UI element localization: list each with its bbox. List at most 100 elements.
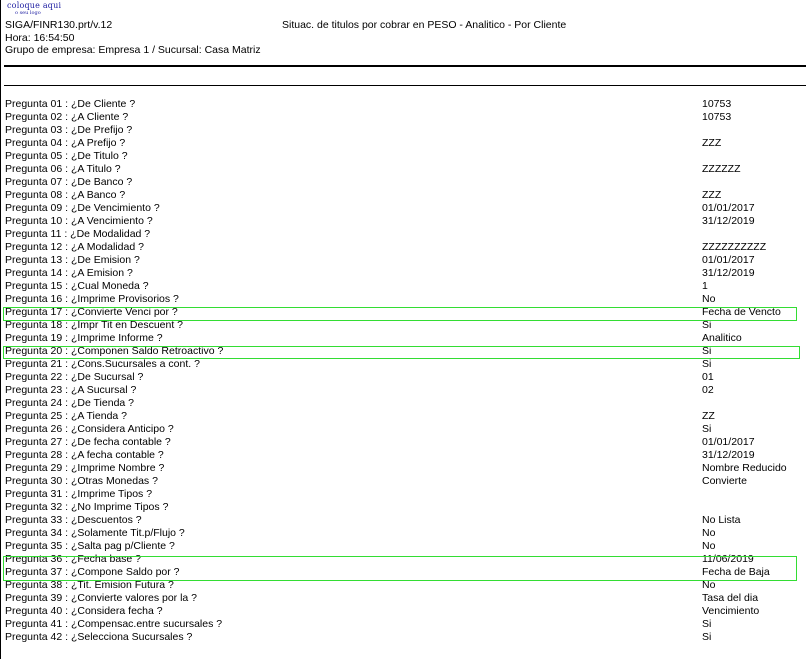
logo-line-2: o seu logo [15,10,41,16]
parameter-row: Pregunta 08 : ¿A Banco ? ZZZ [0,189,809,202]
parameter-question: Pregunta 28 : ¿A fecha contable ? [5,449,164,461]
parameter-row: Pregunta 32 : ¿No Imprime Tipos ? [0,501,809,514]
parameter-value: ZZZZZZZZZZ [702,241,767,253]
parameter-row: Pregunta 27 : ¿De fecha contable ? 01/01/… [0,436,809,449]
parameter-value: Convierte [702,475,747,487]
parameter-row: Pregunta 22 : ¿De Sucursal ? 01 [0,371,809,384]
parameter-question: Pregunta 22 : ¿De Sucursal ? [5,371,144,383]
parameter-row: Pregunta 28 : ¿A fecha contable ? 31/12/2… [0,449,809,462]
parameter-row: Pregunta 12 : ¿A Modalidad ? ZZZZZZZZZZ [0,241,809,254]
parameter-row: Pregunta 10 : ¿A Vencimiento ? 31/12/2019 [0,215,809,228]
parameter-value: 10753 [702,111,732,123]
parameter-row: Pregunta 01 : ¿De Cliente ? 10753 [0,98,809,111]
parameter-question: Pregunta 39 : ¿Convierte valores por la … [5,592,198,604]
parameter-question: Pregunta 42 : ¿Selecciona Sucursales ? [5,631,193,643]
parameter-row: Pregunta 11 : ¿De Modalidad ? [0,228,809,241]
parameter-question: Pregunta 30 : ¿Otras Monedas ? [5,475,158,487]
highlight-box-q20 [3,346,800,359]
parameter-value: 02 [702,384,714,396]
parameter-question: Pregunta 08 : ¿A Banco ? [5,189,126,201]
parameter-question: Pregunta 07 : ¿De Banco ? [5,176,133,188]
parameter-row: Pregunta 30 : ¿Otras Monedas ? Convierte [0,475,809,488]
parameter-value: No Lista [702,514,741,526]
parameter-value: No [702,527,716,539]
parameter-question: Pregunta 32 : ¿No Imprime Tipos ? [5,501,169,513]
parameter-question: Pregunta 01 : ¿De Cliente ? [5,98,136,110]
parameter-row: Pregunta 13 : ¿De Emision ? 01/01/2017 [0,254,809,267]
parameter-question: Pregunta 14 : ¿A Emision ? [5,267,133,279]
company-group: Grupo de empresa: Empresa 1 / Sucursal: … [5,44,261,56]
parameter-row: Pregunta 15 : ¿Cual Moneda ? 1 [0,280,809,293]
parameter-value: 31/12/2019 [702,215,755,227]
parameter-question: Pregunta 41 : ¿Compensac.entre sucursale… [5,618,223,630]
parameter-value: Si [702,358,712,370]
parameter-question: Pregunta 34 : ¿Solamente Tit.p/Flujo ? [5,527,185,539]
parameter-row: Pregunta 24 : ¿De Tienda ? [0,397,809,410]
parameter-question: Pregunta 06 : ¿A Titulo ? [5,163,121,175]
parameter-value: Si [702,631,712,643]
parameter-row: Pregunta 04 : ¿A Prefijo ? ZZZ [0,137,809,150]
parameter-row: Pregunta 34 : ¿Solamente Tit.p/Flujo ? No [0,527,809,540]
parameter-row: Pregunta 40 : ¿Considera fecha ? Vencimie… [0,605,809,618]
header-divider-thick [4,65,806,67]
parameter-row: Pregunta 41 : ¿Compensac.entre sucursale… [0,618,809,631]
parameter-row: Pregunta 06 : ¿A Titulo ? ZZZZZZ [0,163,809,176]
parameter-value: 31/12/2019 [702,449,755,461]
parameter-question: Pregunta 13 : ¿De Emision ? [5,254,140,266]
parameter-value: Analitico [702,332,742,344]
parameter-value: ZZZ [702,189,722,201]
parameter-row: Pregunta 14 : ¿A Emision ? 31/12/2019 [0,267,809,280]
parameter-value: 1 [702,280,708,292]
logo-line-1: coloque aqui [7,1,62,10]
parameter-question: Pregunta 21 : ¿Cons.Sucursales a cont. ? [5,358,200,370]
parameter-value: No [702,540,716,552]
parameter-question: Pregunta 16 : ¿Imprime Provisorios ? [5,293,179,305]
header-divider-thin [4,85,806,86]
parameter-value: 31/12/2019 [702,267,755,279]
parameter-question: Pregunta 15 : ¿Cual Moneda ? [5,280,149,292]
parameter-row: Pregunta 07 : ¿De Banco ? [0,176,809,189]
parameter-value: 01/01/2017 [702,436,755,448]
parameter-question: Pregunta 12 : ¿A Modalidad ? [5,241,144,253]
parameter-question: Pregunta 10 : ¿A Vencimiento ? [5,215,153,227]
parameter-question: Pregunta 05 : ¿De Titulo ? [5,150,128,162]
parameter-row: Pregunta 42 : ¿Selecciona Sucursales ? Si [0,631,809,644]
parameter-row: Pregunta 03 : ¿De Prefijo ? [0,124,809,137]
parameter-value: 01/01/2017 [702,202,755,214]
parameter-question: Pregunta 02 : ¿A Cliente ? [5,111,129,123]
parameter-value: Tasa del dia [702,592,759,604]
parameter-question: Pregunta 03 : ¿De Prefijo ? [5,124,133,136]
parameter-value: Nombre Reducido [702,462,787,474]
parameter-question: Pregunta 24 : ¿De Tienda ? [5,397,134,409]
parameter-row: Pregunta 09 : ¿De Vencimiento ? 01/01/201… [0,202,809,215]
parameter-value: 10753 [702,98,732,110]
parameter-value: ZZZZZZ [702,163,741,175]
parameter-value: Si [702,618,712,630]
parameter-value: Vencimiento [702,605,760,617]
parameter-question: Pregunta 19 : ¿Imprime Informe ? [5,332,163,344]
parameter-question: Pregunta 26 : ¿Considera Anticipo ? [5,423,174,435]
highlight-box-q36-q37 [3,556,797,581]
parameter-question: Pregunta 27 : ¿De fecha contable ? [5,436,171,448]
program-version: SIGA/FINR130.prt/v.12 [5,19,113,31]
parameter-question: Pregunta 25 : ¿A Tienda ? [5,410,128,422]
parameter-value: Si [702,423,712,435]
parameter-row: Pregunta 02 : ¿A Cliente ? 10753 [0,111,809,124]
parameter-row: Pregunta 05 : ¿De Titulo ? [0,150,809,163]
parameter-question: Pregunta 35 : ¿Salta pag p/Cliente ? [5,540,175,552]
highlight-box-q17 [3,307,797,321]
parameter-row: Pregunta 19 : ¿Imprime Informe ? Analitic… [0,332,809,345]
parameter-row: Pregunta 21 : ¿Cons.Sucursales a cont. ?… [0,358,809,371]
parameter-row: Pregunta 23 : ¿A Sucursal ? 02 [0,384,809,397]
parameter-question: Pregunta 09 : ¿De Vencimiento ? [5,202,160,214]
parameter-row: Pregunta 33 : ¿Descuentos ? No Lista [0,514,809,527]
parameter-question: Pregunta 31 : ¿Imprime Tipos ? [5,488,153,500]
parameter-row: Pregunta 39 : ¿Convierte valores por la … [0,592,809,605]
parameter-question: Pregunta 23 : ¿A Sucursal ? [5,384,137,396]
parameter-row: Pregunta 16 : ¿Imprime Provisorios ? No [0,293,809,306]
parameter-row: Pregunta 25 : ¿A Tienda ? ZZ [0,410,809,423]
parameter-value: 01 [702,371,714,383]
parameter-value: ZZ [702,410,715,422]
report-time: Hora: 16:54:50 [5,32,75,44]
parameter-row: Pregunta 31 : ¿Imprime Tipos ? [0,488,809,501]
